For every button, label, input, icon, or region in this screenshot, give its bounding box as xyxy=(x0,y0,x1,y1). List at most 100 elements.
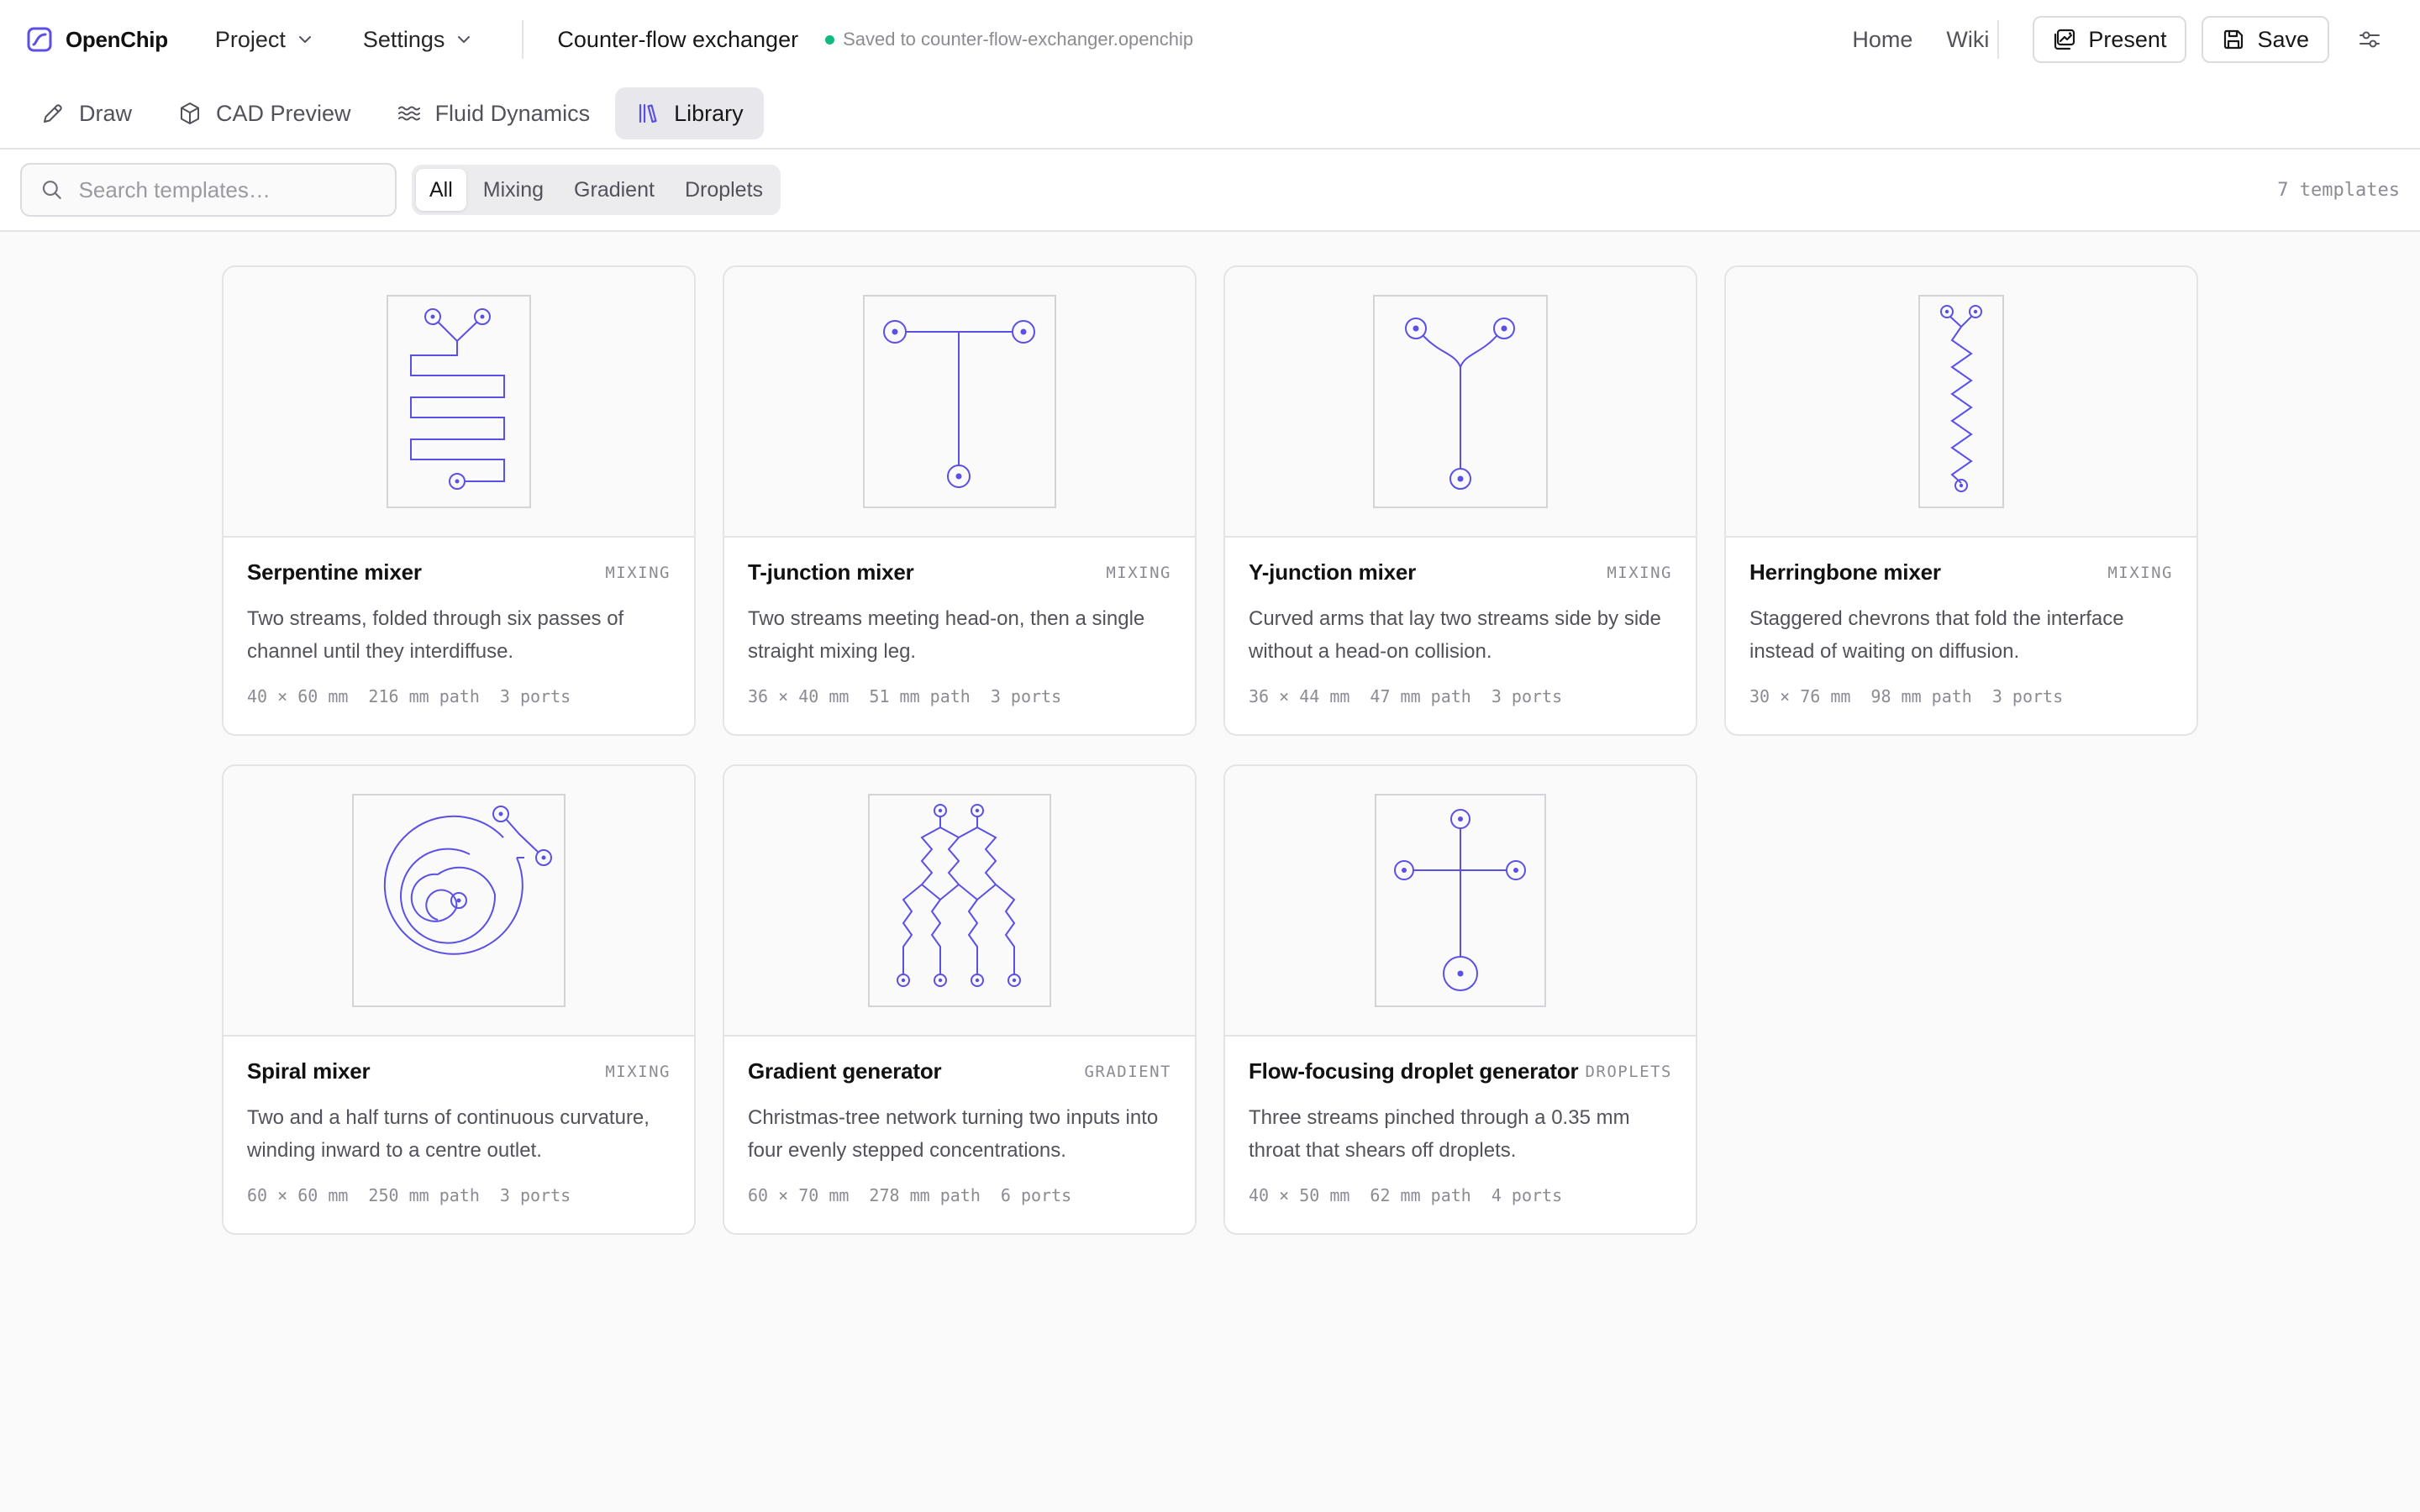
tab-fluid-dynamics-label: Fluid Dynamics xyxy=(434,100,591,126)
template-size: 30 × 76 mm xyxy=(1749,686,1851,706)
template-preview xyxy=(1726,267,2196,538)
search-input[interactable] xyxy=(78,176,376,203)
chevron-down-icon xyxy=(458,36,471,43)
template-description: Three streams pinched through a 0.35 mm … xyxy=(1249,1106,1630,1162)
template-description: Two and a half turns of continuous curva… xyxy=(247,1106,650,1162)
template-title: T-junction mixer xyxy=(748,559,914,585)
settings-menu[interactable]: Settings xyxy=(363,27,472,53)
template-ports: 4 ports xyxy=(1491,1185,1563,1205)
saved-status-dot-icon xyxy=(825,34,835,45)
tab-draw-label: Draw xyxy=(79,100,133,126)
divider xyxy=(522,20,524,59)
filter-gradient[interactable]: Gradient xyxy=(560,169,668,211)
t-junction-mixer-diagram xyxy=(863,295,1056,508)
template-size: 40 × 60 mm xyxy=(247,686,349,706)
waves-icon xyxy=(397,106,420,121)
settings-menu-label: Settings xyxy=(362,26,445,52)
project-menu-label: Project xyxy=(214,26,286,52)
tab-fluid-dynamics[interactable]: Fluid Dynamics xyxy=(376,87,611,139)
template-path-length: 62 mm path xyxy=(1370,1185,1471,1205)
template-size: 36 × 40 mm xyxy=(748,686,850,706)
template-path-length: 98 mm path xyxy=(1870,686,1972,706)
template-path-length: 47 mm path xyxy=(1370,686,1471,706)
filter-droplets[interactable]: Droplets xyxy=(671,169,776,211)
pencil-icon xyxy=(44,104,62,123)
template-preview xyxy=(724,766,1195,1037)
template-card-t-junction-mixer[interactable]: T-junction mixer MIXING Two streams meet… xyxy=(723,265,1197,736)
template-category: MIXING xyxy=(1607,563,1672,582)
present-button[interactable]: Present xyxy=(2033,16,2187,63)
home-link[interactable]: Home xyxy=(1852,27,1912,53)
wiki-link[interactable]: Wiki xyxy=(1946,27,1989,53)
brand[interactable]: OpenChip xyxy=(27,27,168,53)
tab-cad-preview[interactable]: CAD Preview xyxy=(157,87,371,139)
library-icon xyxy=(639,103,657,123)
cube-icon xyxy=(181,102,200,124)
search-icon xyxy=(42,181,61,199)
template-category: MIXING xyxy=(605,563,671,582)
template-ports: 3 ports xyxy=(499,1185,571,1205)
template-ports: 3 ports xyxy=(1991,686,2064,706)
template-size: 36 × 44 mm xyxy=(1249,686,1350,706)
project-menu[interactable]: Project xyxy=(215,27,313,53)
save-button-label: Save xyxy=(2257,26,2309,52)
herringbone-mixer-diagram xyxy=(1918,295,2004,508)
template-card-flow-focusing-droplet-generator[interactable]: Flow-focusing droplet generator DROPLETS… xyxy=(1223,764,1697,1235)
search-box[interactable] xyxy=(20,163,397,217)
tab-draw[interactable]: Draw xyxy=(20,87,152,139)
template-category: DROPLETS xyxy=(1585,1062,1672,1081)
template-title: Serpentine mixer xyxy=(247,559,422,585)
preferences-button[interactable] xyxy=(2346,16,2393,63)
template-title: Flow-focusing droplet generator xyxy=(1249,1058,1579,1084)
template-preview xyxy=(1225,766,1696,1037)
tab-library[interactable]: Library xyxy=(615,87,764,139)
flow-focusing-diagram xyxy=(1375,794,1546,1007)
divider xyxy=(1997,20,2000,59)
filter-mixing[interactable]: Mixing xyxy=(470,169,557,211)
template-title: Spiral mixer xyxy=(247,1058,371,1084)
save-button[interactable]: Save xyxy=(2202,16,2329,63)
template-card-serpentine-mixer[interactable]: Serpentine mixer MIXING Two streams, fol… xyxy=(222,265,696,736)
template-grid: Serpentine mixer MIXING Two streams, fol… xyxy=(222,265,2198,1235)
save-status-text: Saved to counter-flow-exchanger.openchip xyxy=(843,29,1194,50)
template-ports: 3 ports xyxy=(1491,686,1563,706)
top-bar: OpenChip Project Settings Counter-flow e… xyxy=(0,0,2420,79)
filter-bar: All Mixing Gradient Droplets 7 templates xyxy=(0,150,2420,232)
openchip-logo-icon xyxy=(27,27,52,52)
template-size: 60 × 70 mm xyxy=(748,1185,850,1205)
template-size: 40 × 50 mm xyxy=(1249,1185,1350,1205)
template-card-spiral-mixer[interactable]: Spiral mixer MIXING Two and a half turns… xyxy=(222,764,696,1235)
template-description: Staggered chevrons that fold the interfa… xyxy=(1749,607,2124,663)
template-path-length: 250 mm path xyxy=(368,1185,480,1205)
filter-all[interactable]: All xyxy=(416,169,466,211)
document-title[interactable]: Counter-flow exchanger xyxy=(557,27,798,53)
template-card-herringbone-mixer[interactable]: Herringbone mixer MIXING Staggered chevr… xyxy=(1724,265,2198,736)
template-preview xyxy=(224,766,694,1037)
template-count: 7 templates xyxy=(2277,179,2400,201)
template-size: 60 × 60 mm xyxy=(247,1185,349,1205)
tab-bar: Draw CAD Preview Fluid Dynamics Library xyxy=(0,79,2420,150)
gradient-generator-diagram xyxy=(868,794,1051,1007)
template-description: Two streams meeting head-on, then a sing… xyxy=(748,607,1145,663)
template-card-y-junction-mixer[interactable]: Y-junction mixer MIXING Curved arms that… xyxy=(1223,265,1697,736)
template-description: Two streams, folded through six passes o… xyxy=(247,607,624,663)
y-junction-mixer-diagram xyxy=(1373,295,1548,508)
present-button-label: Present xyxy=(2088,26,2167,52)
tab-cad-preview-label: CAD Preview xyxy=(216,100,351,126)
template-preview xyxy=(1225,267,1696,538)
save-status: Saved to counter-flow-exchanger.openchip xyxy=(825,29,1193,50)
template-title: Y-junction mixer xyxy=(1249,559,1417,585)
floppy-disk-icon xyxy=(2224,29,2244,50)
template-card-gradient-generator[interactable]: Gradient generator GRADIENT Christmas-tr… xyxy=(723,764,1197,1235)
template-meta: 30 × 76 mm 98 mm path 3 ports xyxy=(1749,686,2173,706)
template-meta: 60 × 70 mm 278 mm path 6 ports xyxy=(748,1185,1171,1205)
tab-library-label: Library xyxy=(674,100,744,126)
present-icon xyxy=(2054,29,2075,50)
template-path-length: 51 mm path xyxy=(869,686,971,706)
serpentine-mixer-diagram xyxy=(387,295,531,508)
template-preview xyxy=(724,267,1195,538)
template-description: Christmas-tree network turning two input… xyxy=(748,1106,1159,1162)
template-category: MIXING xyxy=(2107,563,2173,582)
spiral-mixer-diagram xyxy=(352,794,566,1007)
template-meta: 40 × 50 mm 62 mm path 4 ports xyxy=(1249,1185,1672,1205)
